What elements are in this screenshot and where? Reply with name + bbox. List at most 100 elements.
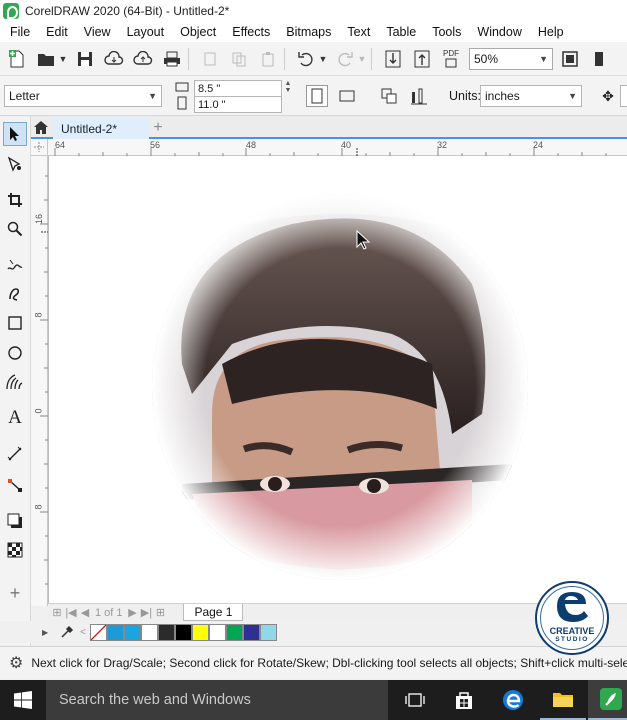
copy-icon[interactable] — [227, 47, 251, 71]
open-dropdown-chevron-icon[interactable]: ▼ — [58, 47, 68, 71]
import-icon[interactable] — [381, 47, 405, 71]
pick-tool-icon[interactable] — [3, 122, 27, 146]
paste-icon[interactable] — [256, 47, 280, 71]
windows-start-icon[interactable] — [0, 680, 46, 720]
window-title: CorelDRAW 2020 (64-Bit) - Untitled-2* — [25, 4, 230, 18]
taskbar-search-box[interactable]: Search the web and Windows — [46, 680, 388, 720]
ruler-origin-corner[interactable] — [31, 139, 48, 156]
page-tab-page-1[interactable]: Page 1 — [183, 604, 244, 621]
nudge-distance-icon[interactable]: ✥ — [597, 85, 619, 107]
view-toggle-icon[interactable] — [587, 47, 611, 71]
redo-icon[interactable] — [333, 47, 357, 71]
menu-tools[interactable]: Tools — [424, 25, 469, 39]
menu-view[interactable]: View — [76, 25, 119, 39]
zoom-level-combobox[interactable]: 50% ▼ — [469, 47, 553, 70]
connector-tool-icon[interactable] — [3, 473, 27, 497]
color-swatch[interactable] — [124, 623, 141, 641]
undo-icon[interactable] — [294, 47, 318, 71]
parallel-dimension-tool-icon[interactable] — [3, 442, 27, 466]
first-page-icon[interactable]: |◀ — [64, 606, 78, 619]
previous-page-icon[interactable]: ◀ — [78, 606, 92, 619]
crop-tool-icon[interactable] — [3, 188, 27, 212]
add-page-before-icon[interactable]: ⊞ — [50, 606, 64, 619]
menu-window[interactable]: Window — [469, 25, 529, 39]
menu-object[interactable]: Object — [172, 25, 224, 39]
menu-text[interactable]: Text — [339, 25, 378, 39]
undo-dropdown-chevron-icon[interactable]: ▼ — [318, 47, 328, 71]
portrait-orientation-icon[interactable] — [306, 85, 328, 107]
color-swatch[interactable] — [260, 623, 277, 641]
landscape-orientation-icon[interactable] — [336, 85, 358, 107]
welcome-screen-home-icon[interactable] — [33, 120, 49, 135]
shape-tool-icon[interactable] — [3, 152, 27, 176]
open-folder-icon[interactable] — [34, 47, 58, 71]
no-fill-swatch[interactable] — [90, 623, 107, 641]
next-page-icon[interactable]: ▶ — [125, 606, 139, 619]
color-swatch[interactable] — [107, 623, 124, 641]
redo-dropdown-chevron-icon[interactable]: ▼ — [357, 47, 367, 71]
horizontal-ruler-ticks — [54, 148, 607, 156]
portrait-photo-vignette[interactable] — [152, 194, 528, 580]
color-swatch[interactable] — [243, 623, 260, 641]
zoom-tool-icon[interactable] — [3, 217, 27, 241]
palette-scroll-right-icon[interactable]: ▶ — [42, 628, 48, 637]
edge-browser-icon[interactable] — [490, 680, 536, 720]
color-swatch[interactable] — [158, 623, 175, 641]
current-page-icon[interactable] — [408, 85, 430, 107]
palette-scroll-left-icon[interactable]: < — [80, 627, 86, 638]
text-tool-icon[interactable]: A — [3, 406, 27, 430]
menu-edit[interactable]: Edit — [38, 25, 76, 39]
zoom-dropdown-chevron-icon[interactable]: ▼ — [539, 54, 548, 64]
color-swatch[interactable] — [141, 623, 158, 641]
quick-customize-add-icon[interactable]: + — [3, 581, 27, 605]
all-pages-icon[interactable] — [378, 85, 400, 107]
color-swatch[interactable] — [226, 623, 243, 641]
nudge-distance-field[interactable] — [620, 85, 627, 107]
store-icon[interactable] — [441, 680, 487, 720]
menu-layout[interactable]: Layout — [119, 25, 173, 39]
menu-table[interactable]: Table — [378, 25, 424, 39]
page-size-select[interactable]: Letter ▼ — [4, 85, 162, 107]
artistic-media-tool-icon[interactable] — [3, 282, 27, 306]
add-page-after-icon[interactable]: ⊞ — [153, 606, 167, 619]
coreldraw-taskbar-icon[interactable] — [588, 680, 627, 720]
page-width-icon — [174, 80, 190, 94]
drop-shadow-tool-icon[interactable] — [3, 509, 27, 533]
page-width-field[interactable]: 8.5 " — [194, 80, 282, 97]
cloud-upload-icon[interactable] — [131, 47, 155, 71]
polygon-tool-icon[interactable] — [3, 370, 27, 394]
horizontal-ruler[interactable]: 64 56 48 40 32 24 — [31, 139, 627, 156]
menu-effects[interactable]: Effects — [224, 25, 278, 39]
print-icon[interactable] — [160, 47, 184, 71]
menu-bitmaps[interactable]: Bitmaps — [278, 25, 339, 39]
color-swatch[interactable] — [192, 623, 209, 641]
eyedropper-icon[interactable] — [60, 625, 74, 639]
ellipse-tool-icon[interactable] — [3, 341, 27, 365]
color-swatch[interactable] — [209, 623, 226, 641]
rectangle-tool-icon[interactable] — [3, 311, 27, 335]
page-height-field[interactable]: 11.0 " — [194, 96, 282, 113]
cloud-download-icon[interactable] — [102, 47, 126, 71]
file-explorer-icon[interactable] — [540, 680, 586, 720]
menu-help[interactable]: Help — [530, 25, 572, 39]
units-select[interactable]: inches ▼ — [480, 85, 582, 107]
drawing-canvas[interactable] — [48, 156, 627, 606]
dimension-spinner-icon[interactable]: ▲ ▼ — [283, 80, 293, 94]
status-settings-gear-icon[interactable]: ⚙ — [9, 653, 23, 673]
publish-pdf-icon[interactable]: PDF — [439, 47, 463, 71]
color-swatch[interactable] — [175, 623, 192, 641]
task-view-icon[interactable] — [392, 680, 438, 720]
cut-icon[interactable] — [198, 47, 222, 71]
export-icon[interactable] — [410, 47, 434, 71]
zoom-level-value: 50% — [474, 51, 499, 66]
new-document-tab-plus-icon[interactable]: + — [149, 119, 167, 137]
menu-file[interactable]: File — [0, 25, 38, 39]
full-screen-preview-icon[interactable] — [558, 47, 582, 71]
document-tab-untitled-2[interactable]: Untitled-2* — [53, 118, 149, 139]
vertical-ruler[interactable]: 16 8 0 8 — [31, 156, 48, 606]
save-icon[interactable] — [73, 47, 97, 71]
freehand-tool-icon[interactable] — [3, 253, 27, 277]
new-document-icon[interactable] — [5, 47, 29, 71]
transparency-tool-icon[interactable] — [3, 538, 27, 562]
last-page-icon[interactable]: ▶| — [139, 606, 153, 619]
